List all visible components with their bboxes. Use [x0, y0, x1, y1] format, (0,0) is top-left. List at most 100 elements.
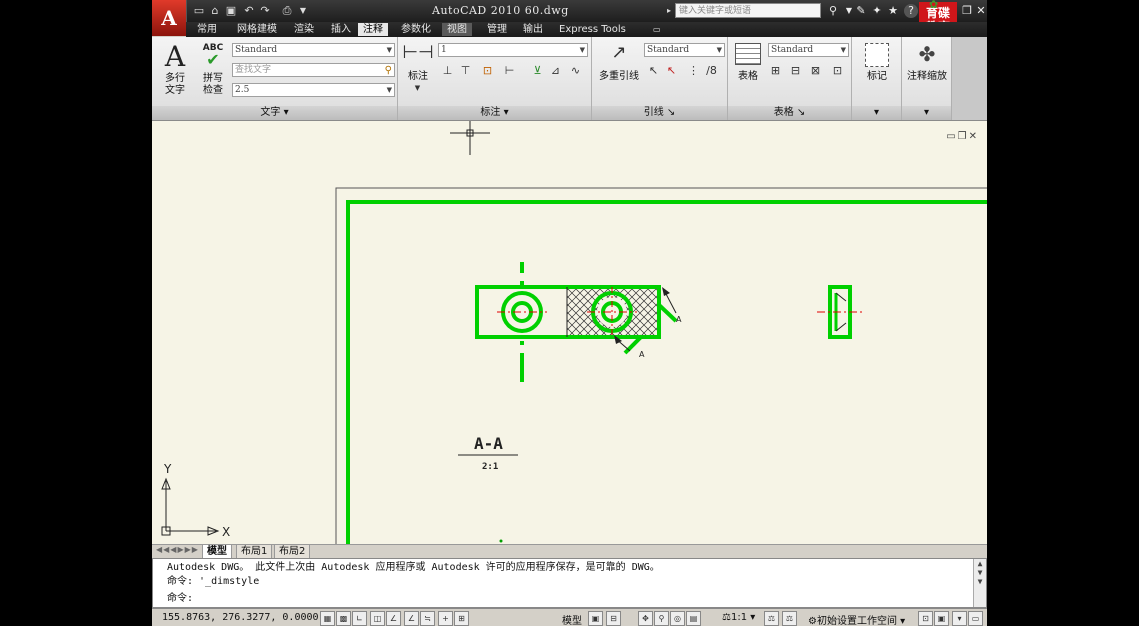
- leaders-panel-title[interactable]: 引线 ↘: [592, 106, 727, 120]
- tab-annotate[interactable]: 注释: [358, 23, 388, 36]
- dimensions-panel: ⊢⊣ 标注 1 ▼ ⊥ ⊤ ⊡ ⊢ ⊻ ⊿ ∿ ▼ 标注 ▾: [398, 37, 592, 120]
- dim-reassociate-icon[interactable]: ⊻: [530, 63, 545, 78]
- table-button[interactable]: 表格: [732, 43, 764, 95]
- hardware-acceleration-icon[interactable]: ▣: [934, 611, 949, 626]
- tab-home[interactable]: 常用: [192, 23, 222, 36]
- tab-view[interactable]: 视图: [442, 23, 472, 36]
- zoom-icon[interactable]: ⚲: [654, 611, 669, 626]
- tab-model[interactable]: 模型: [202, 545, 232, 559]
- tab-parametric[interactable]: 参数化: [396, 23, 436, 36]
- dim-break-icon[interactable]: ⊥: [440, 63, 455, 78]
- pan-icon[interactable]: ✥: [638, 611, 653, 626]
- search-input[interactable]: 键入关键字或短语: [675, 3, 821, 18]
- ribbon-tabs: 常用 网格建模 渲染 插入 注释 参数化 视图 管理 输出 Express To…: [186, 22, 987, 37]
- status-menu-icon[interactable]: ▾: [952, 611, 967, 626]
- binoculars-icon[interactable]: ⚲: [826, 4, 840, 18]
- open-icon[interactable]: ⌂: [208, 4, 222, 17]
- find-text-input[interactable]: 查找文字 ⚲: [232, 63, 395, 77]
- model-space-label[interactable]: 模型: [562, 612, 582, 626]
- tab-insert[interactable]: 插入: [326, 23, 356, 36]
- snap-mode-icon[interactable]: ▦: [320, 611, 335, 626]
- dim-oblique-icon[interactable]: ⊿: [548, 63, 563, 78]
- mleader-style-select[interactable]: Standard ▼: [644, 43, 725, 57]
- tab-manage[interactable]: 管理: [482, 23, 512, 36]
- scale-panel-dropdown[interactable]: ▾: [902, 106, 951, 120]
- cut-label-top: A: [676, 315, 682, 324]
- tab-render[interactable]: 渲染: [289, 23, 319, 36]
- command-prompt[interactable]: 命令:: [167, 592, 193, 606]
- subscription-icon[interactable]: ✎: [854, 4, 868, 18]
- command-scrollbar[interactable]: ▲ ▼ ▼: [973, 559, 986, 607]
- tables-panel-title[interactable]: 表格 ↘: [728, 106, 851, 120]
- link-data-icon[interactable]: ⊟: [788, 63, 803, 78]
- clean-screen-icon[interactable]: ▭: [968, 611, 983, 626]
- align-leader-icon[interactable]: ⋮: [686, 63, 701, 78]
- text-height-select[interactable]: 2.5 ▼: [232, 83, 395, 97]
- dim-continue-icon[interactable]: ⊢: [502, 63, 517, 78]
- remove-leader-icon[interactable]: ↖: [664, 63, 679, 78]
- close-window-icon[interactable]: ✕: [974, 4, 987, 18]
- undo-icon[interactable]: ↶: [242, 4, 256, 17]
- ribbon-minimize-icon[interactable]: ▭: [648, 23, 666, 36]
- table-style-select[interactable]: Standard ▼: [768, 43, 849, 57]
- dim-space-icon[interactable]: ⊤: [458, 63, 473, 78]
- dynamic-input-icon[interactable]: +: [438, 611, 453, 626]
- quick-view-layouts-icon[interactable]: ▣: [588, 611, 603, 626]
- tab-layout1[interactable]: 布局1: [236, 545, 273, 559]
- mtext-button[interactable]: A 多行 文字: [160, 43, 190, 97]
- application-menu-button[interactable]: A: [152, 0, 187, 36]
- showmotion-icon[interactable]: ▤: [686, 611, 701, 626]
- add-leader-icon[interactable]: ↖: [646, 63, 661, 78]
- drawing-canvas[interactable]: ▭❐✕ A A A-A 2:1 Y X: [152, 121, 987, 544]
- help-icon[interactable]: ?: [904, 4, 918, 18]
- dim-style-select[interactable]: 1 ▼: [438, 43, 588, 57]
- checkmark-icon: ✔: [206, 50, 220, 69]
- dynamic-ucs-icon[interactable]: ≒: [420, 611, 435, 626]
- annotation-scale[interactable]: ⚖1:1 ▾: [722, 612, 755, 623]
- search-expand-icon[interactable]: ▸: [662, 4, 676, 17]
- tab-mesh-modeling[interactable]: 网格建模: [232, 23, 282, 36]
- text-style-select[interactable]: Standard ▼: [232, 43, 395, 57]
- auto-scale-icon[interactable]: ⚖: [782, 611, 797, 626]
- polar-tracking-icon[interactable]: ◫: [370, 611, 385, 626]
- tab-output[interactable]: 输出: [518, 23, 548, 36]
- spell-check-button[interactable]: ABC ✔ 拼写 检查: [198, 43, 228, 96]
- extract-data-icon[interactable]: ⊞: [768, 63, 783, 78]
- text-panel-title[interactable]: 文字 ▾: [152, 106, 397, 120]
- favorites-icon[interactable]: ★: [886, 4, 900, 18]
- lock-icon[interactable]: ⊡: [918, 611, 933, 626]
- drawing-border: [346, 200, 987, 544]
- multileader-button[interactable]: ↗ 多重引线: [596, 43, 642, 95]
- dim-inspect-icon[interactable]: ⊡: [480, 63, 495, 78]
- annotation-scaling-button[interactable]: ✤ 注释缩放: [904, 43, 950, 95]
- dimensions-panel-title[interactable]: 标注 ▾: [398, 106, 591, 120]
- quick-view-drawings-icon[interactable]: ⊟: [606, 611, 621, 626]
- dim-jog-icon[interactable]: ∿: [568, 63, 583, 78]
- workspace-switch[interactable]: ⚙初始设置工作空间 ▾: [808, 612, 905, 626]
- grid-display-icon[interactable]: ▩: [336, 611, 351, 626]
- save-icon[interactable]: ▣: [224, 4, 238, 17]
- markup-button[interactable]: 标记: [858, 43, 896, 95]
- tab-layout2[interactable]: 布局2: [274, 545, 311, 559]
- dim-dropdown-icon[interactable]: ▼: [410, 81, 425, 96]
- workspace-value: 初始设置工作空间: [816, 616, 897, 626]
- collect-leader-icon[interactable]: ∕8: [704, 63, 719, 78]
- lineweight-icon[interactable]: ⊞: [454, 611, 469, 626]
- restore-window-icon[interactable]: ❐: [960, 4, 974, 18]
- redo-icon[interactable]: ↷: [258, 4, 272, 17]
- upload-data-icon[interactable]: ⊡: [830, 63, 845, 78]
- object-snap-tracking-icon[interactable]: ∠: [404, 611, 419, 626]
- download-data-icon[interactable]: ⊠: [808, 63, 823, 78]
- plot-icon[interactable]: ⎙: [280, 4, 294, 17]
- object-snap-icon[interactable]: ∠: [386, 611, 401, 626]
- steering-wheel-icon[interactable]: ◎: [670, 611, 685, 626]
- quick-access-dropdown-icon[interactable]: ▼: [296, 4, 310, 17]
- communication-icon[interactable]: ✦: [870, 4, 884, 18]
- ortho-mode-icon[interactable]: ∟: [352, 611, 367, 626]
- annotation-visibility-icon[interactable]: ⚖: [764, 611, 779, 626]
- layout-nav-icons[interactable]: ◀◀◀▶▶▶: [156, 545, 199, 554]
- new-icon[interactable]: ▭: [192, 4, 206, 17]
- section-label: A-A: [474, 434, 503, 453]
- markup-panel-dropdown[interactable]: ▾: [852, 106, 901, 120]
- tab-express-tools[interactable]: Express Tools: [554, 23, 631, 36]
